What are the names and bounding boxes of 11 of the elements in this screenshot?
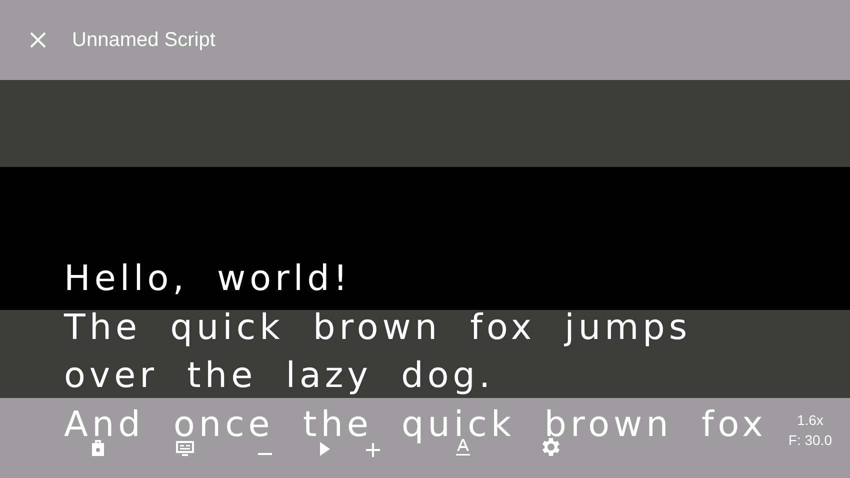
script-title: Unnamed Script (72, 28, 216, 52)
close-icon (28, 30, 48, 50)
close-button[interactable] (28, 30, 48, 50)
plus-icon (366, 443, 380, 457)
script-line: And once the quick brown fox (64, 406, 767, 442)
script-line: Hello, world! (64, 261, 352, 297)
minus-icon (258, 453, 272, 455)
script-line: The quick brown fox jumps (64, 310, 692, 346)
font-size-readout: F: 30.0 (788, 432, 832, 448)
speed-readout: 1.6x (796, 412, 824, 428)
script-line: over the lazy dog. (64, 358, 494, 394)
